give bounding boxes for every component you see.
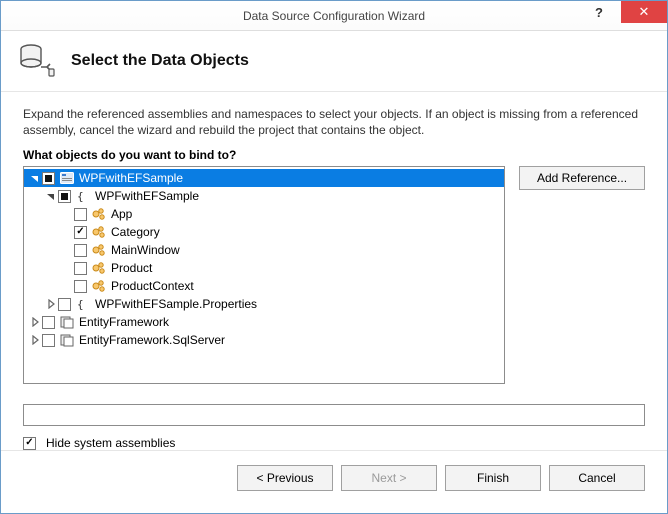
expander-open-icon[interactable] <box>44 189 58 203</box>
tree-row[interactable]: { } WPFwithEFSample <box>24 187 504 205</box>
class-icon <box>91 224 107 240</box>
tree-row[interactable]: EntityFramework.SqlServer <box>24 331 504 349</box>
tree-row[interactable]: MainWindow <box>24 241 504 259</box>
expander-closed-icon[interactable] <box>28 333 42 347</box>
tree-checkbox[interactable] <box>74 244 87 257</box>
expander-none <box>60 261 74 275</box>
next-button[interactable]: Next > <box>341 465 437 491</box>
tree-row[interactable]: EntityFramework <box>24 313 504 331</box>
finish-button[interactable]: Finish <box>445 465 541 491</box>
expander-closed-icon[interactable] <box>28 315 42 329</box>
tree-row[interactable]: ProductContext <box>24 277 504 295</box>
namespace-icon: { } <box>75 296 91 312</box>
tree-checkbox[interactable] <box>58 190 71 203</box>
tree-checkbox[interactable] <box>58 298 71 311</box>
project-icon <box>59 170 75 186</box>
tree-node-label: ProductContext <box>111 279 194 293</box>
tree-row[interactable]: WPFwithEFSample <box>24 169 504 187</box>
tree-row[interactable]: { } WPFwithEFSample.Properties <box>24 295 504 313</box>
tree-checkbox[interactable] <box>74 208 87 221</box>
tree-node-label: Category <box>111 225 160 239</box>
wizard-window: Data Source Configuration Wizard ? ✕ Sel… <box>0 0 668 514</box>
expander-closed-icon[interactable] <box>44 297 58 311</box>
status-box <box>23 404 645 426</box>
tree-checkbox[interactable] <box>42 334 55 347</box>
svg-text:{ }: { } <box>77 190 91 203</box>
wizard-body: Expand the referenced assemblies and nam… <box>1 92 667 450</box>
add-reference-button[interactable]: Add Reference... <box>519 166 645 190</box>
tree-node-label: MainWindow <box>111 243 180 257</box>
tree-row[interactable]: App <box>24 205 504 223</box>
tree-node-label: WPFwithEFSample <box>79 171 183 185</box>
tree-checkbox[interactable] <box>42 316 55 329</box>
assembly-icon <box>59 332 75 348</box>
hide-assemblies-checkbox[interactable] <box>23 437 36 450</box>
tree-node-label: WPFwithEFSample.Properties <box>95 297 257 311</box>
hide-assemblies-row: Hide system assemblies <box>23 436 645 450</box>
tree-checkbox[interactable] <box>42 172 55 185</box>
class-icon <box>91 278 107 294</box>
tree-checkbox[interactable] <box>74 226 87 239</box>
prompt-label: What objects do you want to bind to? <box>23 148 645 162</box>
expander-none <box>60 225 74 239</box>
titlebar-controls: ? ✕ <box>577 1 667 23</box>
tree-node-label: Product <box>111 261 152 275</box>
tree-checkbox[interactable] <box>74 262 87 275</box>
close-icon: ✕ <box>639 4 650 20</box>
namespace-icon: { } <box>75 188 91 204</box>
tree-row[interactable]: Category <box>24 223 504 241</box>
expander-none <box>60 279 74 293</box>
cancel-button[interactable]: Cancel <box>549 465 645 491</box>
object-tree[interactable]: WPFwithEFSample { } WPFwithEFSample App Cate… <box>23 166 505 384</box>
previous-button[interactable]: < Previous <box>237 465 333 491</box>
tree-node-label: WPFwithEFSample <box>95 189 199 203</box>
help-button[interactable]: ? <box>577 1 621 23</box>
tree-row[interactable]: Product <box>24 259 504 277</box>
help-icon: ? <box>595 5 603 20</box>
close-button[interactable]: ✕ <box>621 1 667 23</box>
main-row: WPFwithEFSample { } WPFwithEFSample App Cate… <box>23 166 645 392</box>
page-title: Select the Data Objects <box>71 52 249 70</box>
wizard-header: Select the Data Objects <box>1 31 667 92</box>
svg-text:{ }: { } <box>77 298 91 311</box>
hide-assemblies-label: Hide system assemblies <box>46 436 175 450</box>
side-panel: Add Reference... <box>519 166 645 392</box>
expander-none <box>60 243 74 257</box>
wizard-footer: < Previous Next > Finish Cancel <box>1 450 667 513</box>
class-icon <box>91 260 107 276</box>
tree-node-label: EntityFramework.SqlServer <box>79 333 225 347</box>
expander-open-icon[interactable] <box>28 171 42 185</box>
window-title: Data Source Configuration Wizard <box>243 9 425 23</box>
database-icon <box>19 43 55 79</box>
class-icon <box>91 206 107 222</box>
tree-node-label: EntityFramework <box>79 315 169 329</box>
tree-node-label: App <box>111 207 132 221</box>
class-icon <box>91 242 107 258</box>
assembly-icon <box>59 314 75 330</box>
intro-text: Expand the referenced assemblies and nam… <box>23 106 645 138</box>
expander-none <box>60 207 74 221</box>
tree-checkbox[interactable] <box>74 280 87 293</box>
titlebar: Data Source Configuration Wizard ? ✕ <box>1 1 667 31</box>
